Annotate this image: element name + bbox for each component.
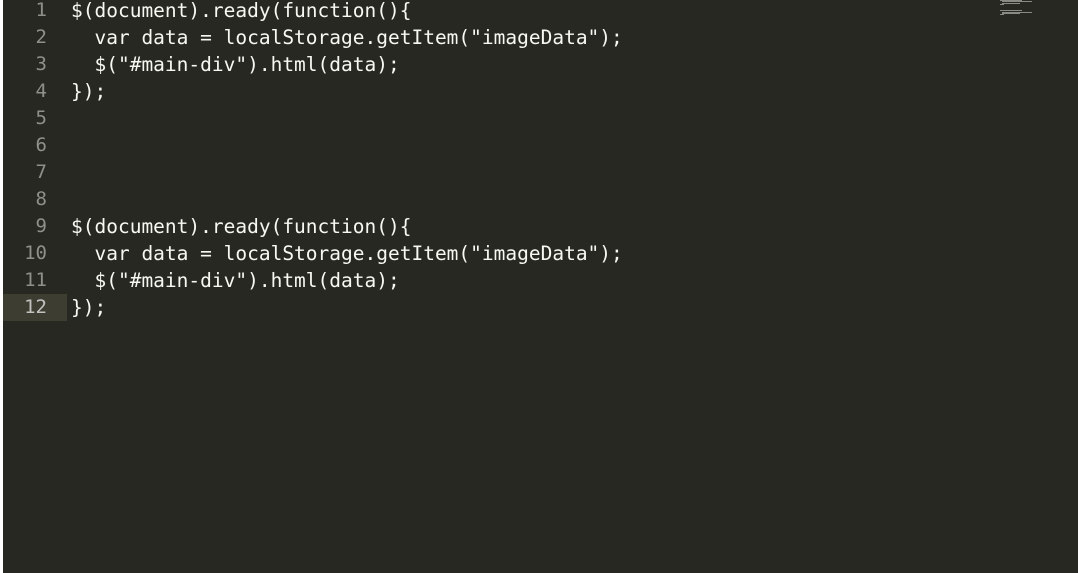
code-line[interactable]: $("#main-div").html(data);	[71, 267, 399, 294]
code-line[interactable]: });	[71, 294, 106, 321]
minimap-line	[1000, 3, 1004, 5]
minimap[interactable]	[1000, 0, 1048, 20]
line-number: 3	[35, 53, 47, 75]
line-number: 11	[24, 269, 47, 291]
line-number: 2	[35, 26, 47, 48]
line-number: 1	[35, 0, 47, 21]
line-number: 6	[35, 134, 47, 156]
code-line[interactable]: var data = localStorage.getItem("imageDa…	[71, 24, 622, 51]
code-line[interactable]: $("#main-div").html(data);	[71, 51, 399, 78]
code-line[interactable]: var data = localStorage.getItem("imageDa…	[71, 240, 622, 267]
line-number: 9	[35, 215, 47, 237]
line-number-gutter: 1 2 3 4 5 6 7 8 9 10 11 12	[3, 0, 67, 573]
code-line[interactable]: });	[71, 78, 106, 105]
minimap-line	[1002, 13, 1020, 14]
code-line[interactable]: $(document).ready(function(){	[71, 0, 411, 24]
line-number: 8	[35, 188, 47, 210]
line-number: 12	[3, 294, 67, 321]
line-number: 5	[35, 107, 47, 129]
minimap-line	[1002, 2, 1020, 4]
minimap-line	[1000, 14, 1004, 16]
code-line[interactable]: $(document).ready(function(){	[71, 213, 411, 240]
line-number: 10	[24, 242, 47, 264]
code-editor[interactable]: 1 2 3 4 5 6 7 8 9 10 11 12 $(document).ready(functi…	[3, 0, 1078, 573]
line-number: 4	[35, 80, 47, 102]
line-number: 7	[35, 161, 47, 183]
